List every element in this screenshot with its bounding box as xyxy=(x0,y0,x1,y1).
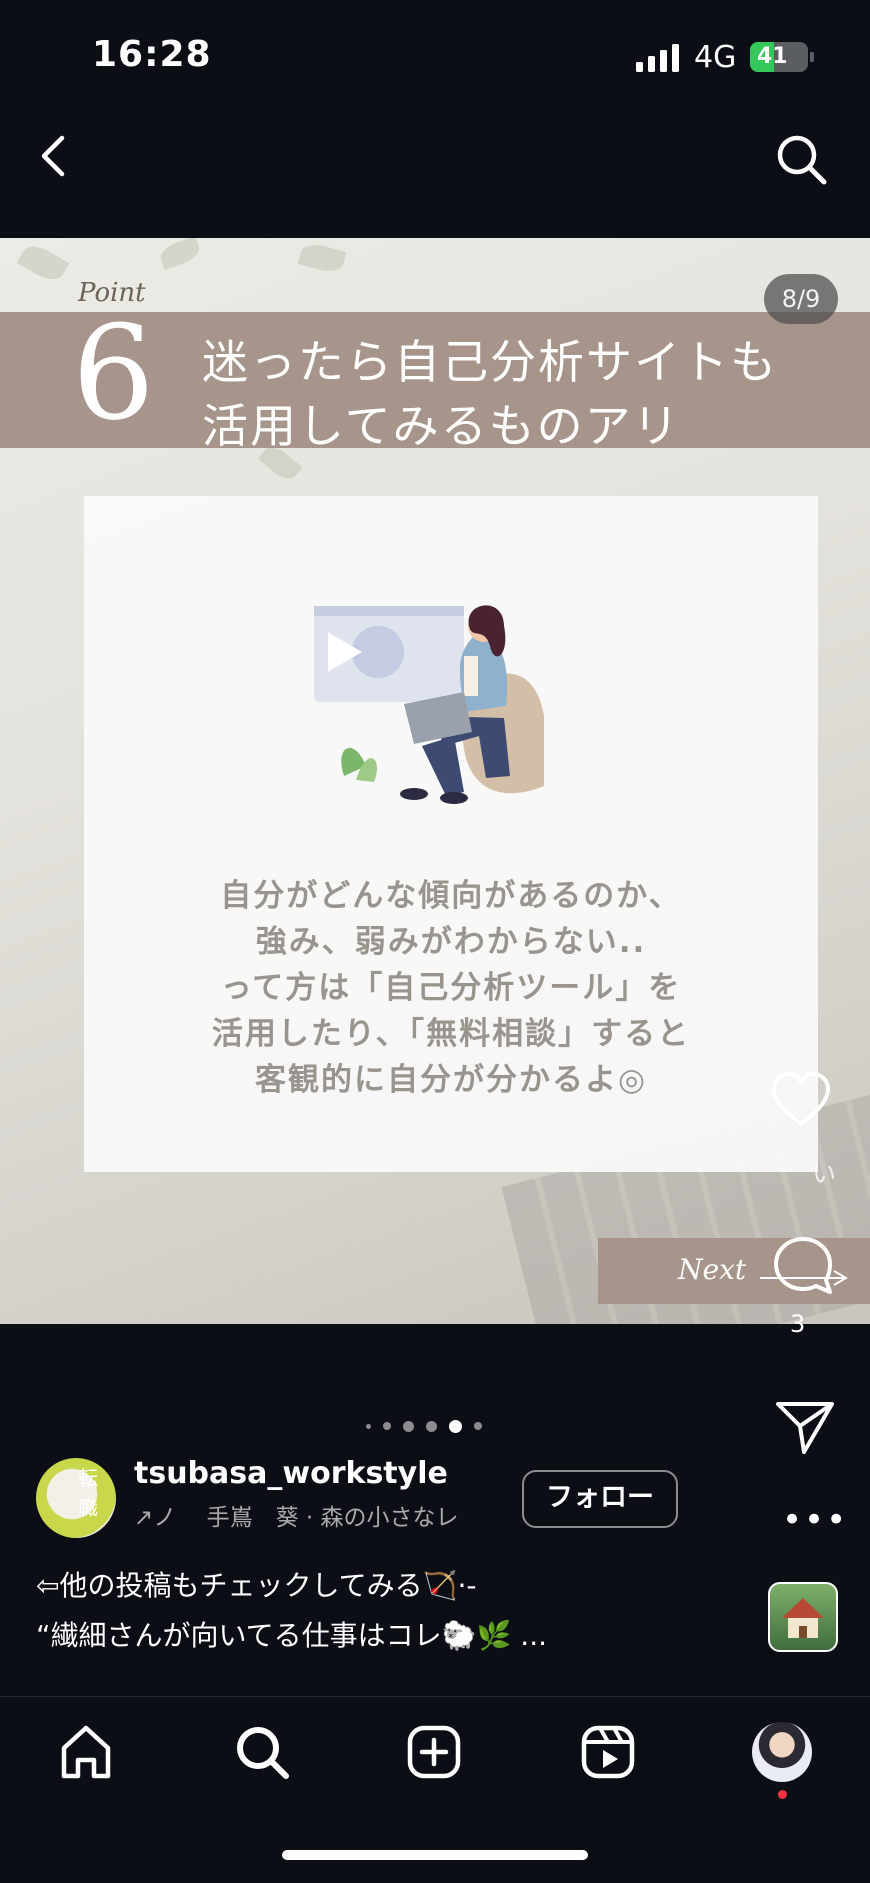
signal-icon xyxy=(636,44,679,72)
profile-avatar[interactable] xyxy=(752,1722,812,1782)
leaf-decoration xyxy=(16,240,70,286)
carousel-dot-active xyxy=(449,1419,462,1433)
back-icon[interactable] xyxy=(34,132,74,180)
like-heart-icon[interactable] xyxy=(770,1070,832,1132)
username[interactable]: tsubasa_workstyle xyxy=(134,1456,448,1491)
point-number: 6 xyxy=(72,297,155,449)
reels-icon[interactable] xyxy=(578,1722,638,1782)
caption-line-2[interactable]: “繊細さんが向いてる仕事はコレ🐑🌿 ... xyxy=(36,1614,547,1654)
battery-level: 41 xyxy=(757,44,788,69)
carousel-dot xyxy=(403,1420,414,1432)
house-icon xyxy=(782,1598,824,1638)
audio-subline[interactable]: ↗ノ 手嶌 葵 · 森の小さなレ xyxy=(134,1498,459,1532)
post-image[interactable]: Point 6 迷ったら自己分析サイトも 活用してみるものアリ 8/9 自分がど… xyxy=(0,238,870,1324)
body-line-4: 活用したり、「無料相談」すると xyxy=(211,1016,691,1052)
body-line-3: って方は「自己分析ツール」を xyxy=(220,970,682,1006)
slide-counter: 8/9 xyxy=(764,274,838,324)
carousel-dots xyxy=(366,1416,482,1436)
home-indicator[interactable] xyxy=(282,1850,588,1860)
create-post-icon[interactable] xyxy=(404,1722,464,1782)
carousel-dot xyxy=(366,1423,371,1429)
heading-line-1: 迷ったら自己分析サイトも xyxy=(202,335,778,389)
account-avatar[interactable]: 転 職 xyxy=(36,1458,116,1538)
comment-icon[interactable] xyxy=(772,1234,834,1296)
woman-laptop-illustration xyxy=(314,605,544,804)
more-options-icon[interactable]: ••• xyxy=(782,1500,848,1540)
caption-line-1[interactable]: ⇦他の投稿もチェックしてみる🏹·- xyxy=(36,1564,477,1604)
status-time: 16:28 xyxy=(92,34,212,75)
network-label: 4G xyxy=(694,40,737,75)
leaf-decoration xyxy=(157,238,203,271)
share-send-icon[interactable] xyxy=(774,1396,836,1458)
notification-dot xyxy=(778,1790,787,1799)
carousel-dot xyxy=(426,1420,437,1432)
follow-button[interactable]: フォロー xyxy=(522,1470,678,1528)
avatar-text: 職 xyxy=(78,1496,98,1520)
battery-icon: 41 xyxy=(750,42,808,72)
leaf-decoration xyxy=(297,240,347,276)
search-icon[interactable] xyxy=(774,132,828,186)
carousel-dot xyxy=(383,1422,391,1430)
next-label: Next xyxy=(678,1253,747,1286)
ghost-text: い xyxy=(812,1160,836,1188)
home-icon[interactable] xyxy=(56,1722,116,1782)
comment-count: 3 xyxy=(790,1310,806,1338)
music-cover-thumbnail[interactable] xyxy=(768,1582,838,1652)
search-tab-icon[interactable] xyxy=(232,1722,292,1782)
body-line-1: 自分がどんな傾向があるのか、 xyxy=(220,878,682,914)
body-line-2: 強み、弱みがわからない.. xyxy=(255,924,647,960)
avatar-text: 転 xyxy=(78,1466,98,1490)
body-line-5: 客観的に自分が分かるよ◎ xyxy=(254,1062,648,1098)
battery-nub xyxy=(810,52,814,62)
carousel-dot xyxy=(474,1422,482,1430)
content-card: 自分がどんな傾向があるのか、 強み、弱みがわからない.. って方は「自己分析ツー… xyxy=(84,496,818,1172)
heading-line-2: 活用してみるものアリ xyxy=(202,399,681,453)
